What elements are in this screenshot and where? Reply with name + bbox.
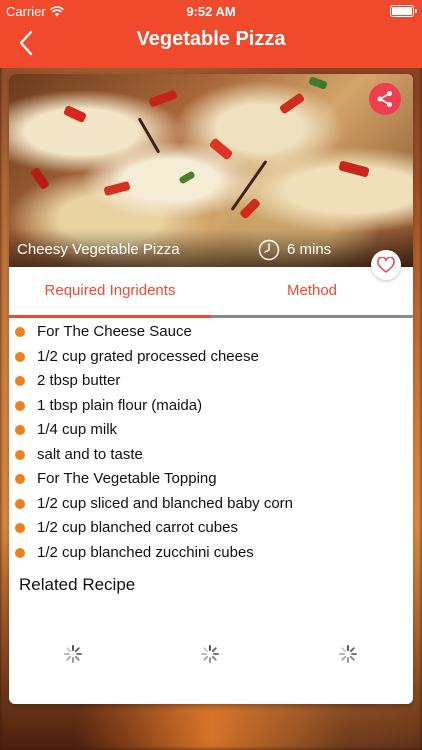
tab-method[interactable]: Method	[211, 267, 413, 315]
cook-time: 6 mins	[287, 241, 332, 258]
bullet-icon	[15, 523, 25, 533]
list-item: 1/2 cup grated processed cheese	[9, 345, 413, 370]
ingredient-text: 2 tbsp butter	[37, 372, 121, 389]
spinner-icon	[339, 645, 357, 663]
share-button[interactable]	[369, 83, 401, 115]
list-item: salt and to taste	[9, 443, 413, 468]
status-bar: Carrier 9:52 AM	[0, 0, 422, 22]
spinner-icon	[64, 645, 82, 663]
list-item: 1 tbsp plain flour (maida)	[9, 394, 413, 419]
bullet-icon	[15, 376, 25, 386]
spinner-icon	[201, 645, 219, 663]
list-item: For The Cheese Sauce	[9, 320, 413, 345]
bullet-icon	[15, 498, 25, 509]
ingredient-text: 1/2 cup grated processed cheese	[37, 347, 259, 365]
bullet-icon	[15, 474, 25, 484]
battery-icon	[390, 5, 417, 17]
recipe-image: Cheesy Vegetable Pizza 6 mins	[9, 74, 413, 267]
ingredient-text: For The Cheese Sauce	[37, 323, 192, 340]
ingredient-text: For The Vegetable Topping	[37, 470, 217, 487]
ingredient-text: 1/2 cup blanched carrot cubes	[37, 519, 238, 536]
share-icon	[377, 91, 392, 107]
ingredient-text: 1/2 cup blanched zucchini cubes	[37, 543, 254, 561]
list-item: 1/2 cup sliced and blanched baby corn	[9, 492, 413, 517]
ingredient-text: 1/2 cup sliced and blanched baby corn	[37, 494, 294, 512]
list-item: For The Vegetable Topping	[9, 467, 413, 492]
ingredient-text: 1/4 cup milk	[37, 421, 118, 438]
ingredient-list: For The Cheese Sauce 1/2 cup grated proc…	[9, 320, 413, 565]
list-item: 1/2 cup blanched carrot cubes	[9, 516, 413, 541]
bullet-icon	[15, 327, 25, 337]
bullet-icon	[15, 351, 25, 362]
bullet-icon	[15, 425, 25, 435]
navigation-bar: Vegetable Pizza	[0, 22, 422, 66]
bullet-icon	[15, 449, 25, 460]
recipe-caption: Cheesy Vegetable Pizza	[17, 241, 180, 258]
list-item: 2 tbsp butter	[9, 369, 413, 394]
recipe-card: Cheesy Vegetable Pizza 6 mins Required I…	[9, 74, 413, 704]
header: Carrier 9:52 AM Vegetable Pizza	[0, 0, 422, 68]
tab-required-ingredients[interactable]: Required Ingridents	[9, 267, 211, 315]
tab-bar: Required Ingridents Method	[9, 267, 413, 318]
clock-icon	[258, 239, 280, 261]
bullet-icon	[15, 400, 25, 411]
list-item: 1/2 cup blanched zucchini cubes	[9, 541, 413, 566]
page-title: Vegetable Pizza	[136, 28, 286, 50]
status-time: 9:52 AM	[186, 4, 236, 19]
related-recipe-heading: Related Recipe	[19, 575, 136, 594]
ingredient-text: 1 tbsp plain flour (maida)	[37, 396, 203, 414]
ingredient-text: salt and to taste	[37, 445, 143, 463]
list-item: 1/4 cup milk	[9, 418, 413, 443]
bullet-icon	[15, 547, 25, 558]
tab-indicator	[9, 315, 211, 318]
